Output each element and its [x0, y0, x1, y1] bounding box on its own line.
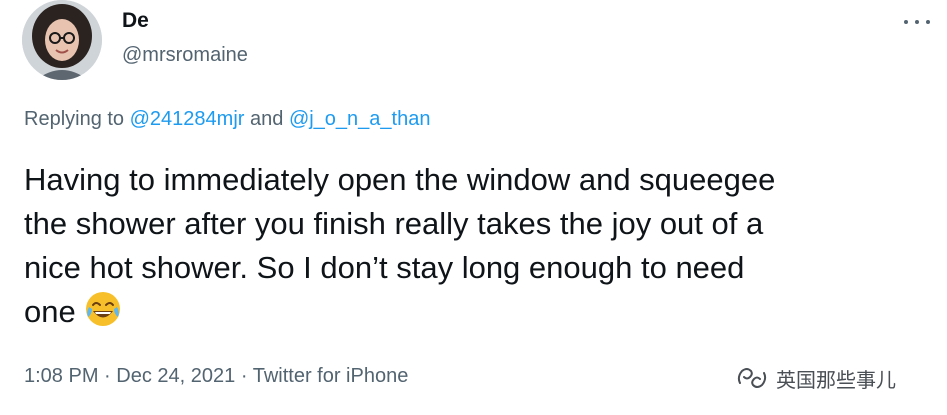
tweet-text-line: nice hot shower. So I don’t stay long en…: [24, 250, 745, 285]
replying-to-line: Replying to @241284mjr and @j_o_n_a_than: [24, 108, 430, 131]
tweet-text-line-last: one: [24, 290, 924, 334]
tweet-text: Having to immediately open the window an…: [24, 158, 924, 334]
tweet-text-line: Having to immediately open the window an…: [24, 162, 776, 197]
face-with-tears-of-joy-icon: [84, 290, 122, 328]
author-display-name[interactable]: De: [122, 9, 149, 33]
more-dot: [926, 20, 930, 24]
meta-separator: ·: [104, 365, 111, 387]
tweet-date[interactable]: Dec 24, 2021: [116, 365, 235, 387]
avatar[interactable]: [22, 0, 102, 80]
tweet-source-link[interactable]: Twitter for iPhone: [253, 365, 409, 387]
more-dot: [915, 20, 919, 24]
wechat-channel-icon: [737, 368, 767, 388]
author-handle[interactable]: @mrsromaine: [122, 44, 248, 67]
meta-separator: ·: [240, 365, 248, 387]
reply-mention-link[interactable]: @241284mjr: [130, 108, 245, 130]
tweet-time[interactable]: 1:08 PM: [24, 365, 98, 387]
watermark: 英国那些事儿: [736, 358, 896, 398]
more-options-button[interactable]: [904, 12, 930, 32]
replying-to-label: Replying to: [24, 108, 125, 130]
reply-connector: and: [250, 108, 284, 130]
tweet-text-line: the shower after you finish really takes…: [24, 206, 764, 241]
avatar-image: [22, 0, 102, 80]
watermark-text: 英国那些事儿: [776, 367, 896, 392]
tweet-text-line: one: [24, 294, 76, 329]
more-horizontal-icon: [904, 20, 908, 24]
reply-mention-link[interactable]: @j_o_n_a_than: [289, 108, 431, 130]
tweet-meta: 1:08 PM · Dec 24, 2021 · Twitter for iPh…: [24, 365, 408, 388]
